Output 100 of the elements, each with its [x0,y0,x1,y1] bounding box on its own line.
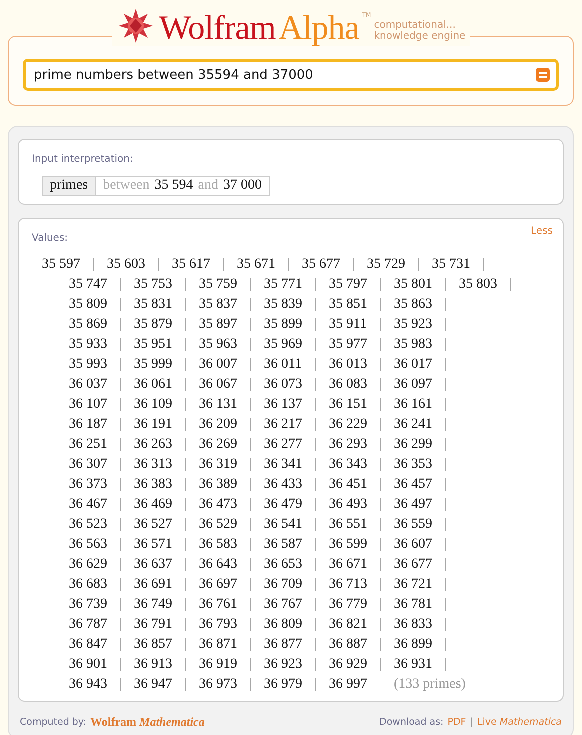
prime-value: 36 251 [69,437,108,453]
prime-value: 36 493 [329,497,368,513]
value-separator: | [444,577,447,593]
value-separator: | [249,657,252,673]
value-separator: | [249,637,252,653]
prime-value: 36 013 [329,357,368,373]
prime-value: 36 833 [394,617,434,633]
prime-value: 36 313 [134,457,174,473]
prime-value: 36 479 [264,497,304,513]
prime-value: 35 837 [199,297,238,313]
value-separator: | [184,337,187,353]
value-separator: | [119,557,122,573]
prime-value: 35 747 [69,277,108,293]
prime-value: 35 869 [69,317,108,333]
prime-value: 36 383 [134,477,174,493]
value-separator: | [314,537,317,553]
value-separator: | [119,537,122,553]
value-separator: | [119,337,122,353]
value-separator: | [92,257,95,273]
value-separator: | [119,657,122,673]
prime-value: 36 161 [394,397,434,413]
prime-value: 35 831 [134,297,174,313]
prime-value: 36 887 [329,637,368,653]
value-separator: | [184,477,187,493]
prime-value: 36 523 [69,517,108,533]
value-separator: | [314,357,317,373]
prime-value: 36 793 [199,617,238,633]
value-separator: | [444,357,447,373]
value-separator: | [119,457,122,473]
interpretation-number: 37 000 [223,178,262,194]
prime-value: 36 919 [199,657,238,673]
prime-count: (133 primes) [394,677,466,693]
value-separator: | [379,557,382,573]
prime-value: 36 683 [69,577,108,593]
value-separator: | [444,377,447,393]
prime-value: 35 963 [199,337,238,353]
less-link[interactable]: Less [531,226,553,237]
prime-value: 35 797 [329,277,368,293]
prime-value: 35 983 [394,337,434,353]
prime-value: 35 951 [134,337,174,353]
prime-value: 36 979 [264,677,304,693]
value-separator: | [249,477,252,493]
value-separator: | [184,497,187,513]
prime-value: 35 897 [199,317,238,333]
prime-value: 36 007 [199,357,238,373]
tagline: knowledge engine [374,31,466,42]
value-separator: | [119,637,122,653]
prime-value: 35 999 [134,357,174,373]
prime-value: 35 801 [394,277,434,293]
value-separator: | [119,437,122,453]
prime-value: 36 713 [329,577,368,593]
prime-value: 36 061 [134,377,174,393]
value-separator: | [249,397,252,413]
prime-value: 36 107 [69,397,108,413]
value-separator: | [249,457,252,473]
value-separator: | [184,517,187,533]
value-separator: | [379,477,382,493]
value-separator: | [444,617,447,633]
prime-value: 36 809 [264,617,304,633]
value-separator: | [314,317,317,333]
prime-value: 36 761 [199,597,238,613]
value-separator: | [444,277,447,293]
value-separator: | [249,537,252,553]
value-separator: | [379,657,382,673]
download-link[interactable]: PDF [448,717,466,728]
prime-value: 36 791 [134,617,174,633]
value-separator: | [119,357,122,373]
prime-value: 35 911 [329,317,368,333]
value-separator: | [184,357,187,373]
value-separator: | [379,417,382,433]
value-separator: | [444,337,447,353]
prime-value: 36 083 [329,377,368,393]
value-separator: | [184,377,187,393]
search-field[interactable]: prime numbers between 35594 and 37000 [23,59,559,91]
prime-value: 36 319 [199,457,238,473]
prime-value: 36 739 [69,597,108,613]
value-separator: | [444,657,447,673]
prime-value: 36 749 [134,597,174,613]
value-separator: | [119,677,122,693]
prime-value: 35 671 [237,257,276,273]
prime-value: 35 863 [394,297,434,313]
value-separator: | [444,537,447,553]
download-link[interactable]: Live Mathematica [477,717,562,728]
prime-value: 36 037 [69,377,108,393]
value-separator: | [249,677,252,693]
value-separator: | [119,377,122,393]
value-separator: | [119,277,122,293]
value-separator: | [119,297,122,313]
value-separator: | [249,357,252,373]
equals-icon[interactable] [536,68,550,82]
value-separator: | [482,257,485,273]
prime-value: 36 787 [69,617,108,633]
prime-value: 36 293 [329,437,368,453]
prime-value: 35 597 [42,257,82,273]
prime-value: 36 847 [69,637,108,653]
value-separator: | [314,437,317,453]
prime-value: 35 879 [134,317,174,333]
prime-value: 36 629 [69,557,108,573]
prime-value: 36 341 [264,457,304,473]
value-separator: | [184,657,187,673]
